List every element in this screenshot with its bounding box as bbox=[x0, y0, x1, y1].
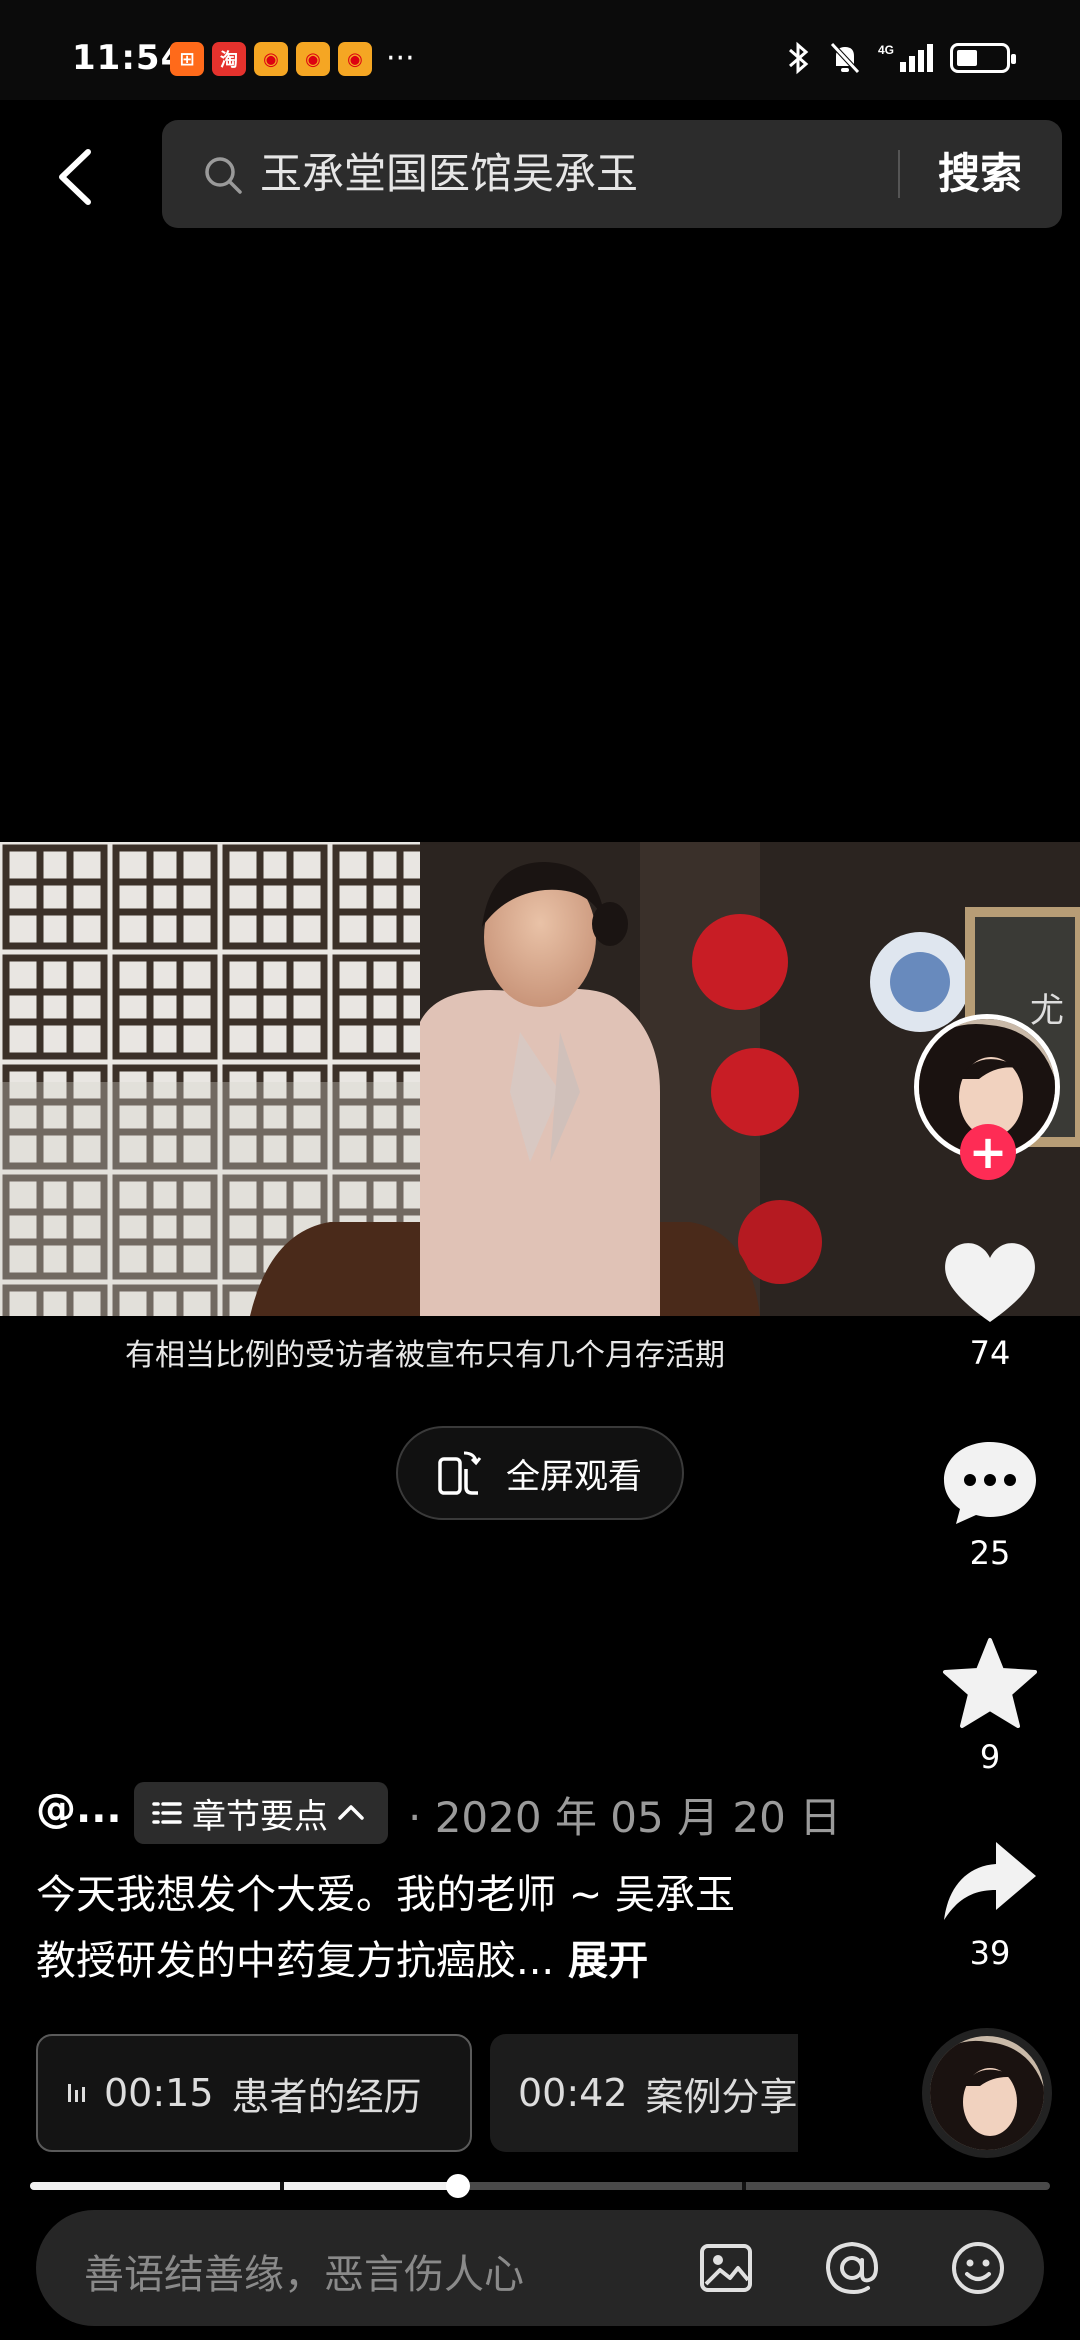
bluetooth-icon bbox=[789, 41, 809, 75]
chapter-list[interactable]: 00:15 患者的经历 00:42 案例分享 bbox=[36, 2034, 798, 2154]
share-arrow-icon bbox=[944, 1842, 1036, 1920]
follow-button[interactable]: + bbox=[960, 1124, 1016, 1180]
search-icon bbox=[205, 157, 242, 194]
comment-count: 25 bbox=[969, 1534, 1011, 1572]
progress-thumb[interactable] bbox=[446, 2174, 471, 2198]
search-input[interactable]: 玉承堂国医馆吴承玉 bbox=[260, 144, 638, 204]
chevron-up-icon bbox=[338, 1805, 364, 1820]
rotate-phone-icon bbox=[438, 1451, 482, 1495]
audio-bars-icon bbox=[68, 2084, 85, 2102]
caption-line-2: 教授研发的中药复方抗癌胶... bbox=[36, 1938, 555, 1984]
progress-fill bbox=[30, 2182, 459, 2190]
chapter-time: 00:42 bbox=[518, 2071, 628, 2115]
search-button[interactable]: 搜索 bbox=[938, 144, 1022, 204]
chapter-marker bbox=[280, 2182, 284, 2190]
star-icon bbox=[943, 1638, 1037, 1728]
expand-button[interactable]: 展开 bbox=[568, 1938, 648, 1984]
chapter-item[interactable]: 00:42 案例分享 bbox=[490, 2034, 798, 2152]
weibo-notification-icon: ◉ bbox=[338, 42, 372, 76]
app-notification-icon: ⊞ bbox=[170, 42, 204, 76]
status-time: 11:54 bbox=[72, 38, 186, 78]
more-notifications-icon: ··· bbox=[386, 41, 415, 76]
author-name[interactable]: @... bbox=[36, 1786, 122, 1832]
emoji-icon[interactable] bbox=[948, 2238, 1008, 2298]
image-icon[interactable] bbox=[696, 2238, 756, 2298]
caption-line-1: 今天我想发个大爱。我的老师 ~ 吴承玉 bbox=[36, 1872, 735, 1918]
system-icons: 4G bbox=[786, 40, 1016, 76]
weibo-notification-icon: ◉ bbox=[296, 42, 330, 76]
svg-text:4G: 4G bbox=[878, 43, 894, 57]
video-progress-bar[interactable] bbox=[30, 2174, 1050, 2198]
chapter-time: 00:15 bbox=[104, 2071, 214, 2115]
fullscreen-button[interactable]: 全屏观看 bbox=[396, 1426, 684, 1520]
chapter-points-button[interactable]: 章节要点 bbox=[134, 1782, 388, 1844]
chapter-marker bbox=[742, 2182, 746, 2190]
chapter-title: 患者的经历 bbox=[231, 2074, 422, 2119]
chevron-left-icon bbox=[59, 149, 91, 205]
svg-text:尤: 尤 bbox=[1030, 991, 1064, 1031]
like-count: 74 bbox=[969, 1334, 1011, 1372]
taobao-notification-icon: 淘 bbox=[212, 42, 246, 76]
like-button[interactable]: 74 bbox=[930, 1236, 1050, 1372]
share-count: 39 bbox=[969, 1934, 1011, 1972]
search-divider bbox=[898, 150, 900, 198]
mention-icon[interactable] bbox=[822, 2238, 882, 2298]
fullscreen-label: 全屏观看 bbox=[506, 1456, 642, 1497]
comment-button[interactable]: 25 bbox=[930, 1436, 1050, 1572]
post-caption[interactable]: 今天我想发个大爱。我的老师 ~ 吴承玉 教授研发的中药复方抗癌胶... 展开 bbox=[36, 1862, 836, 1994]
heart-icon bbox=[945, 1243, 1035, 1322]
comment-bar[interactable]: 善语结善缘，恶言伤人心 bbox=[36, 2210, 1044, 2326]
comment-bubble-icon bbox=[944, 1442, 1036, 1524]
post-date: · 2020 年 05 月 20 日 bbox=[408, 1793, 842, 1842]
battery-icon bbox=[950, 43, 1016, 73]
share-button[interactable]: 39 bbox=[930, 1836, 1050, 1972]
notification-icons: ⊞ 淘 ◉ ◉ ◉ ··· bbox=[170, 42, 415, 76]
chapter-title: 案例分享 bbox=[645, 2074, 798, 2119]
music-disc[interactable] bbox=[922, 2028, 1052, 2158]
chapter-item[interactable]: 00:15 患者的经历 bbox=[36, 2034, 472, 2152]
chapter-points-label: 章节要点 bbox=[192, 1796, 328, 1837]
mute-bell-icon bbox=[830, 42, 860, 74]
status-bar: 11:54 ⊞ 淘 ◉ ◉ ◉ ··· 4G bbox=[0, 0, 1080, 100]
favorite-button[interactable]: 9 bbox=[930, 1636, 1050, 1776]
weibo-notification-icon: ◉ bbox=[254, 42, 288, 76]
signal-4g-icon: 4G bbox=[878, 43, 933, 72]
back-button[interactable] bbox=[48, 142, 108, 212]
music-disc-avatar bbox=[930, 2036, 1044, 2150]
list-icon bbox=[152, 1802, 182, 1824]
favorite-count: 9 bbox=[979, 1738, 1001, 1776]
comment-input[interactable]: 善语结善缘，恶言伤人心 bbox=[84, 2242, 524, 2300]
search-bar[interactable]: 玉承堂国医馆吴承玉 搜索 bbox=[162, 120, 1062, 228]
video-subtitle: 有相当比例的受访者被宣布只有几个月存活期 bbox=[125, 1338, 725, 1373]
